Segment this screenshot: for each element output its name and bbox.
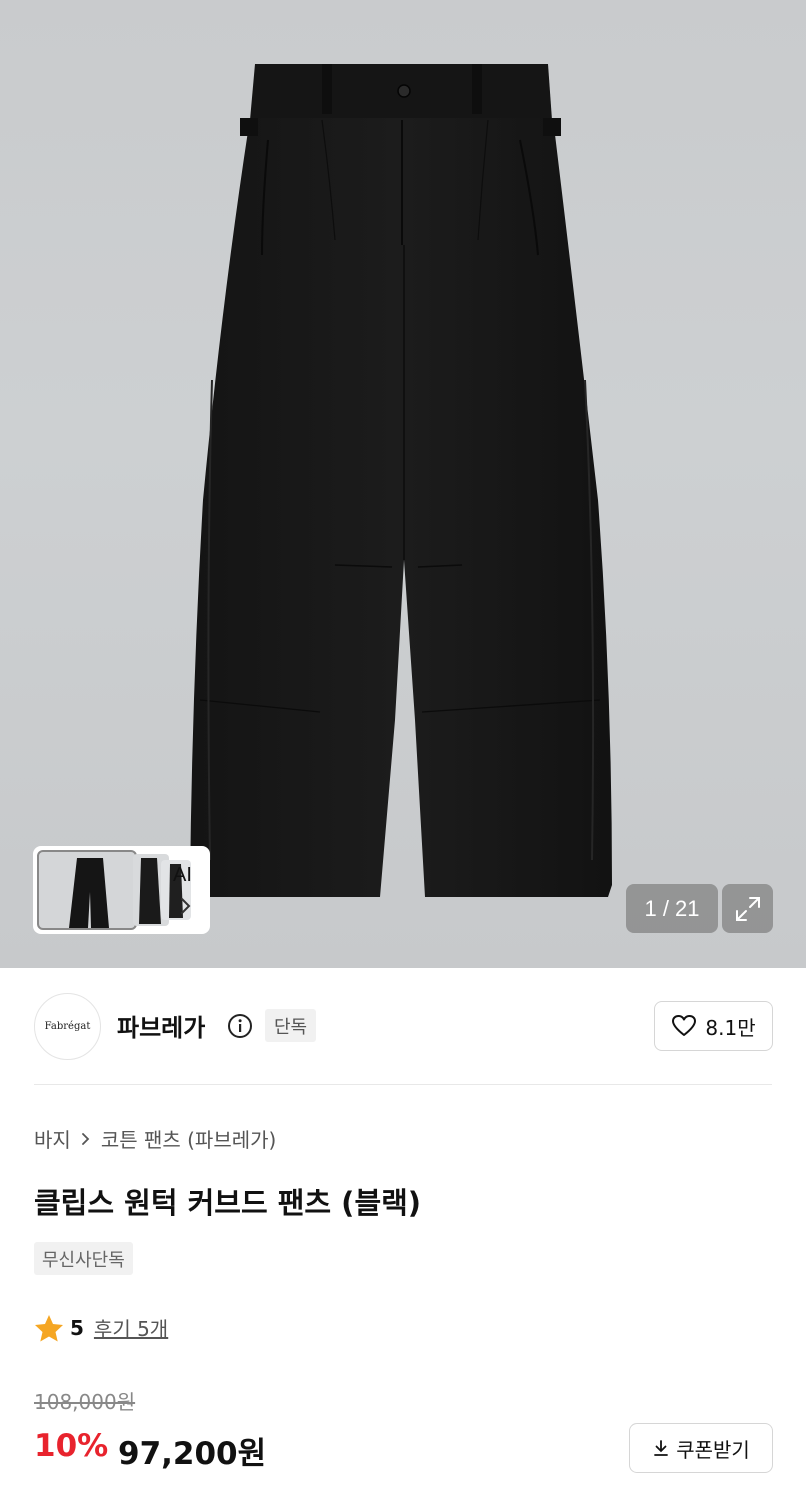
reviews-link[interactable]: 후기 5개 bbox=[94, 1313, 168, 1342]
chevron-right-icon bbox=[81, 1132, 90, 1145]
like-button[interactable]: 8.1만 bbox=[654, 1001, 773, 1051]
discount-rate: 10% bbox=[34, 1428, 109, 1464]
breadcrumb-category[interactable]: 바지 bbox=[34, 1124, 71, 1153]
expand-icon bbox=[735, 896, 760, 921]
image-counter: 1 / 21 bbox=[626, 884, 718, 933]
exclusive-tag: 무신사단독 bbox=[34, 1242, 133, 1275]
breadcrumb: 바지 코튼 팬츠 (파브레가) bbox=[34, 1124, 276, 1153]
rating: 5 후기 5개 bbox=[34, 1313, 168, 1342]
brand-name[interactable]: 파브레가 bbox=[117, 1008, 205, 1043]
download-icon bbox=[654, 1440, 669, 1456]
chevron-right-icon[interactable] bbox=[176, 896, 196, 916]
ai-label[interactable]: AI bbox=[173, 864, 192, 887]
rating-score: 5 bbox=[70, 1315, 84, 1340]
product-title: 클립스 원턱 커브드 팬츠 (블랙) bbox=[34, 1186, 422, 1220]
info-icon[interactable] bbox=[227, 1013, 253, 1039]
thumbnail-pants-image bbox=[69, 858, 109, 928]
coupon-button[interactable]: 쿠폰받기 bbox=[629, 1423, 773, 1473]
exclusive-badge: 단독 bbox=[265, 1009, 317, 1042]
thumbnail-strip[interactable] bbox=[33, 846, 210, 934]
original-price: 108,000원 bbox=[34, 1390, 136, 1414]
breadcrumb-subcategory[interactable]: 코튼 팬츠 (파브레가) bbox=[101, 1124, 277, 1153]
pants-photo bbox=[190, 64, 612, 897]
thumbnail-active[interactable] bbox=[37, 850, 137, 930]
final-price: 97,200원 bbox=[118, 1436, 267, 1472]
star-icon bbox=[35, 1314, 63, 1341]
like-count: 8.1만 bbox=[705, 1015, 756, 1040]
brand-logo[interactable]: Fabrégat bbox=[34, 993, 101, 1060]
coupon-label: 쿠폰받기 bbox=[676, 1437, 750, 1462]
divider bbox=[34, 1084, 772, 1085]
product-image[interactable]: AI 1 / 21 bbox=[0, 0, 806, 968]
heart-icon bbox=[672, 1015, 697, 1036]
brand-logo-text: Fabrégat bbox=[44, 1021, 91, 1032]
expand-button[interactable] bbox=[722, 884, 773, 933]
